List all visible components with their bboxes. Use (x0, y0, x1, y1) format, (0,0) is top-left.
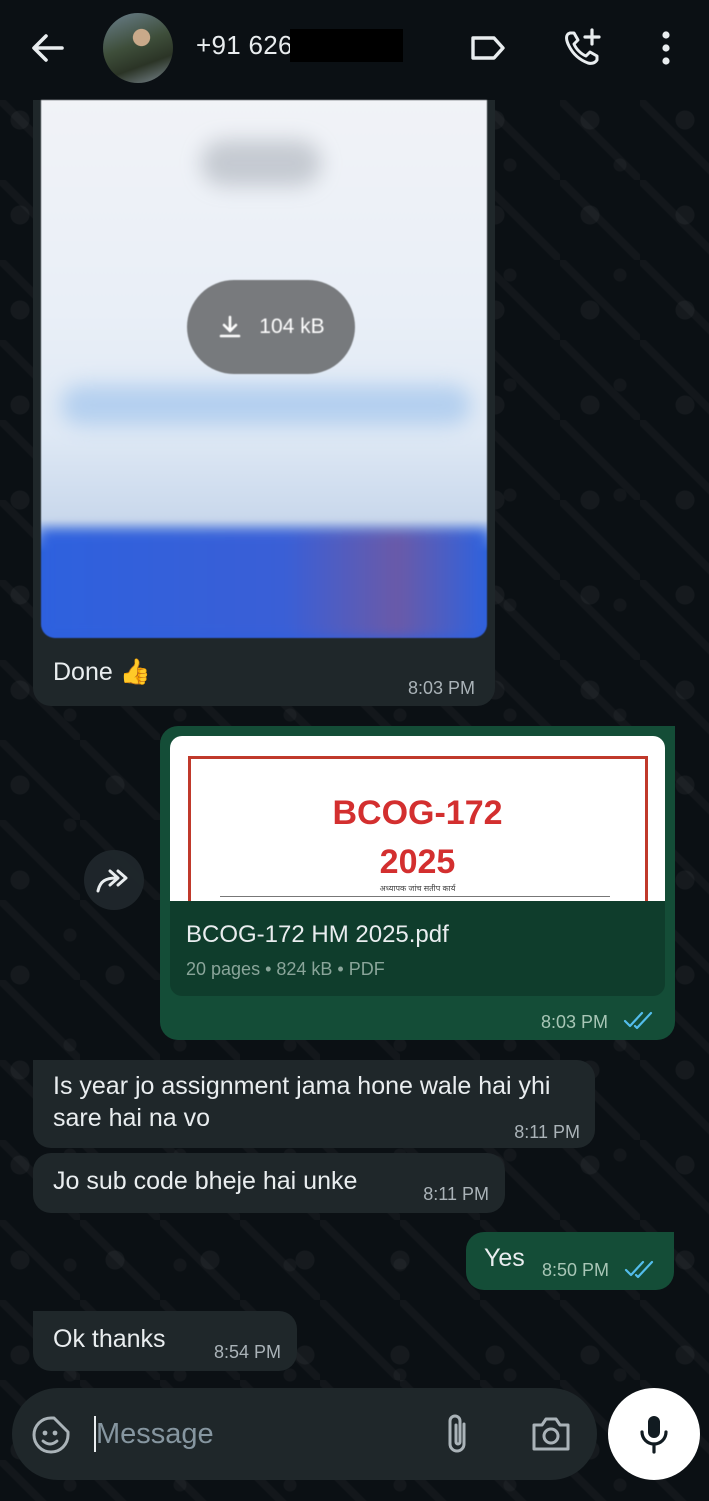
redaction-bar (290, 29, 403, 62)
document-thumbnail[interactable]: BCOG-172 2025 अध्यापक जांच सतीप कार्य (170, 736, 665, 901)
mic-button[interactable] (608, 1388, 700, 1480)
more-options-button[interactable] (644, 26, 688, 70)
add-call-button[interactable] (560, 26, 604, 70)
camera-icon (532, 1417, 570, 1451)
chat-header: +91 626 (0, 0, 709, 100)
message-text: Yes (484, 1244, 525, 1272)
document-thumb-year: 2025 (379, 843, 456, 881)
message-input[interactable] (96, 1410, 416, 1458)
contact-name[interactable]: +91 626 (196, 30, 293, 61)
message-caption: Done 👍 (53, 658, 151, 686)
blurred-region (61, 385, 471, 425)
message-time: 8:03 PM (407, 678, 475, 698)
camera-button[interactable] (528, 1412, 574, 1456)
attach-icon (448, 1414, 466, 1453)
add-call-icon (565, 28, 601, 65)
message-text: Jo sub code bheje hai unke (53, 1167, 358, 1195)
sticker-button[interactable] (30, 1414, 72, 1456)
incoming-text-message[interactable]: Jo sub code bheje hai unke 8:11 PM (33, 1153, 505, 1213)
message-time: 8:03 PM (541, 1012, 609, 1032)
incoming-text-message[interactable]: Is year jo assignment jama hone wale hai… (33, 1060, 595, 1148)
outgoing-text-message[interactable]: Yes 8:50 PM (466, 1232, 674, 1290)
download-button[interactable]: 104 kB (187, 280, 355, 374)
message-text: Ok thanks (53, 1325, 166, 1353)
label-button[interactable] (466, 26, 510, 70)
label-icon (471, 36, 505, 60)
read-ticks-icon (623, 1011, 653, 1030)
download-size: 104 kB (259, 315, 325, 338)
forward-icon (96, 869, 128, 893)
blurred-region (201, 140, 321, 186)
document-thumb-subtitle: अध्यापक जांच सतीप कार्य (379, 884, 456, 893)
message-composer (12, 1388, 597, 1480)
back-arrow-icon (32, 34, 64, 62)
message-time: 8:11 PM (514, 1122, 580, 1142)
message-time: 8:50 PM (542, 1260, 610, 1280)
document-file-name: BCOG-172 HM 2025.pdf (186, 921, 449, 948)
message-text: Is year jo assignment jama hone wale hai… (53, 1072, 551, 1132)
blurred-region (41, 530, 487, 638)
message-time: 8:54 PM (213, 1342, 281, 1362)
incoming-text-message[interactable]: Ok thanks 8:54 PM (33, 1311, 297, 1371)
document-thumb-title: BCOG-172 (332, 794, 503, 832)
attach-button[interactable] (438, 1410, 478, 1458)
document-meta: 20 pages • 824 kB • PDF (186, 959, 385, 979)
document-rule (220, 896, 610, 897)
more-vertical-icon (662, 31, 670, 65)
message-time: 8:11 PM (423, 1184, 489, 1204)
incoming-image-message[interactable]: 104 kB Done 👍 8:03 PM (33, 100, 495, 706)
download-icon (219, 315, 241, 338)
image-preview[interactable]: 104 kB (41, 100, 487, 638)
sticker-icon (32, 1416, 70, 1454)
mic-icon (640, 1416, 668, 1454)
contact-avatar[interactable] (103, 13, 173, 83)
read-ticks-icon (624, 1260, 654, 1279)
outgoing-document-message[interactable]: BCOG-172 2025 अध्यापक जांच सतीप कार्य BC… (160, 726, 675, 1040)
forward-button[interactable] (84, 850, 144, 910)
back-button[interactable] (26, 28, 70, 68)
document-info[interactable]: BCOG-172 HM 2025.pdf 20 pages • 824 kB •… (170, 901, 665, 996)
